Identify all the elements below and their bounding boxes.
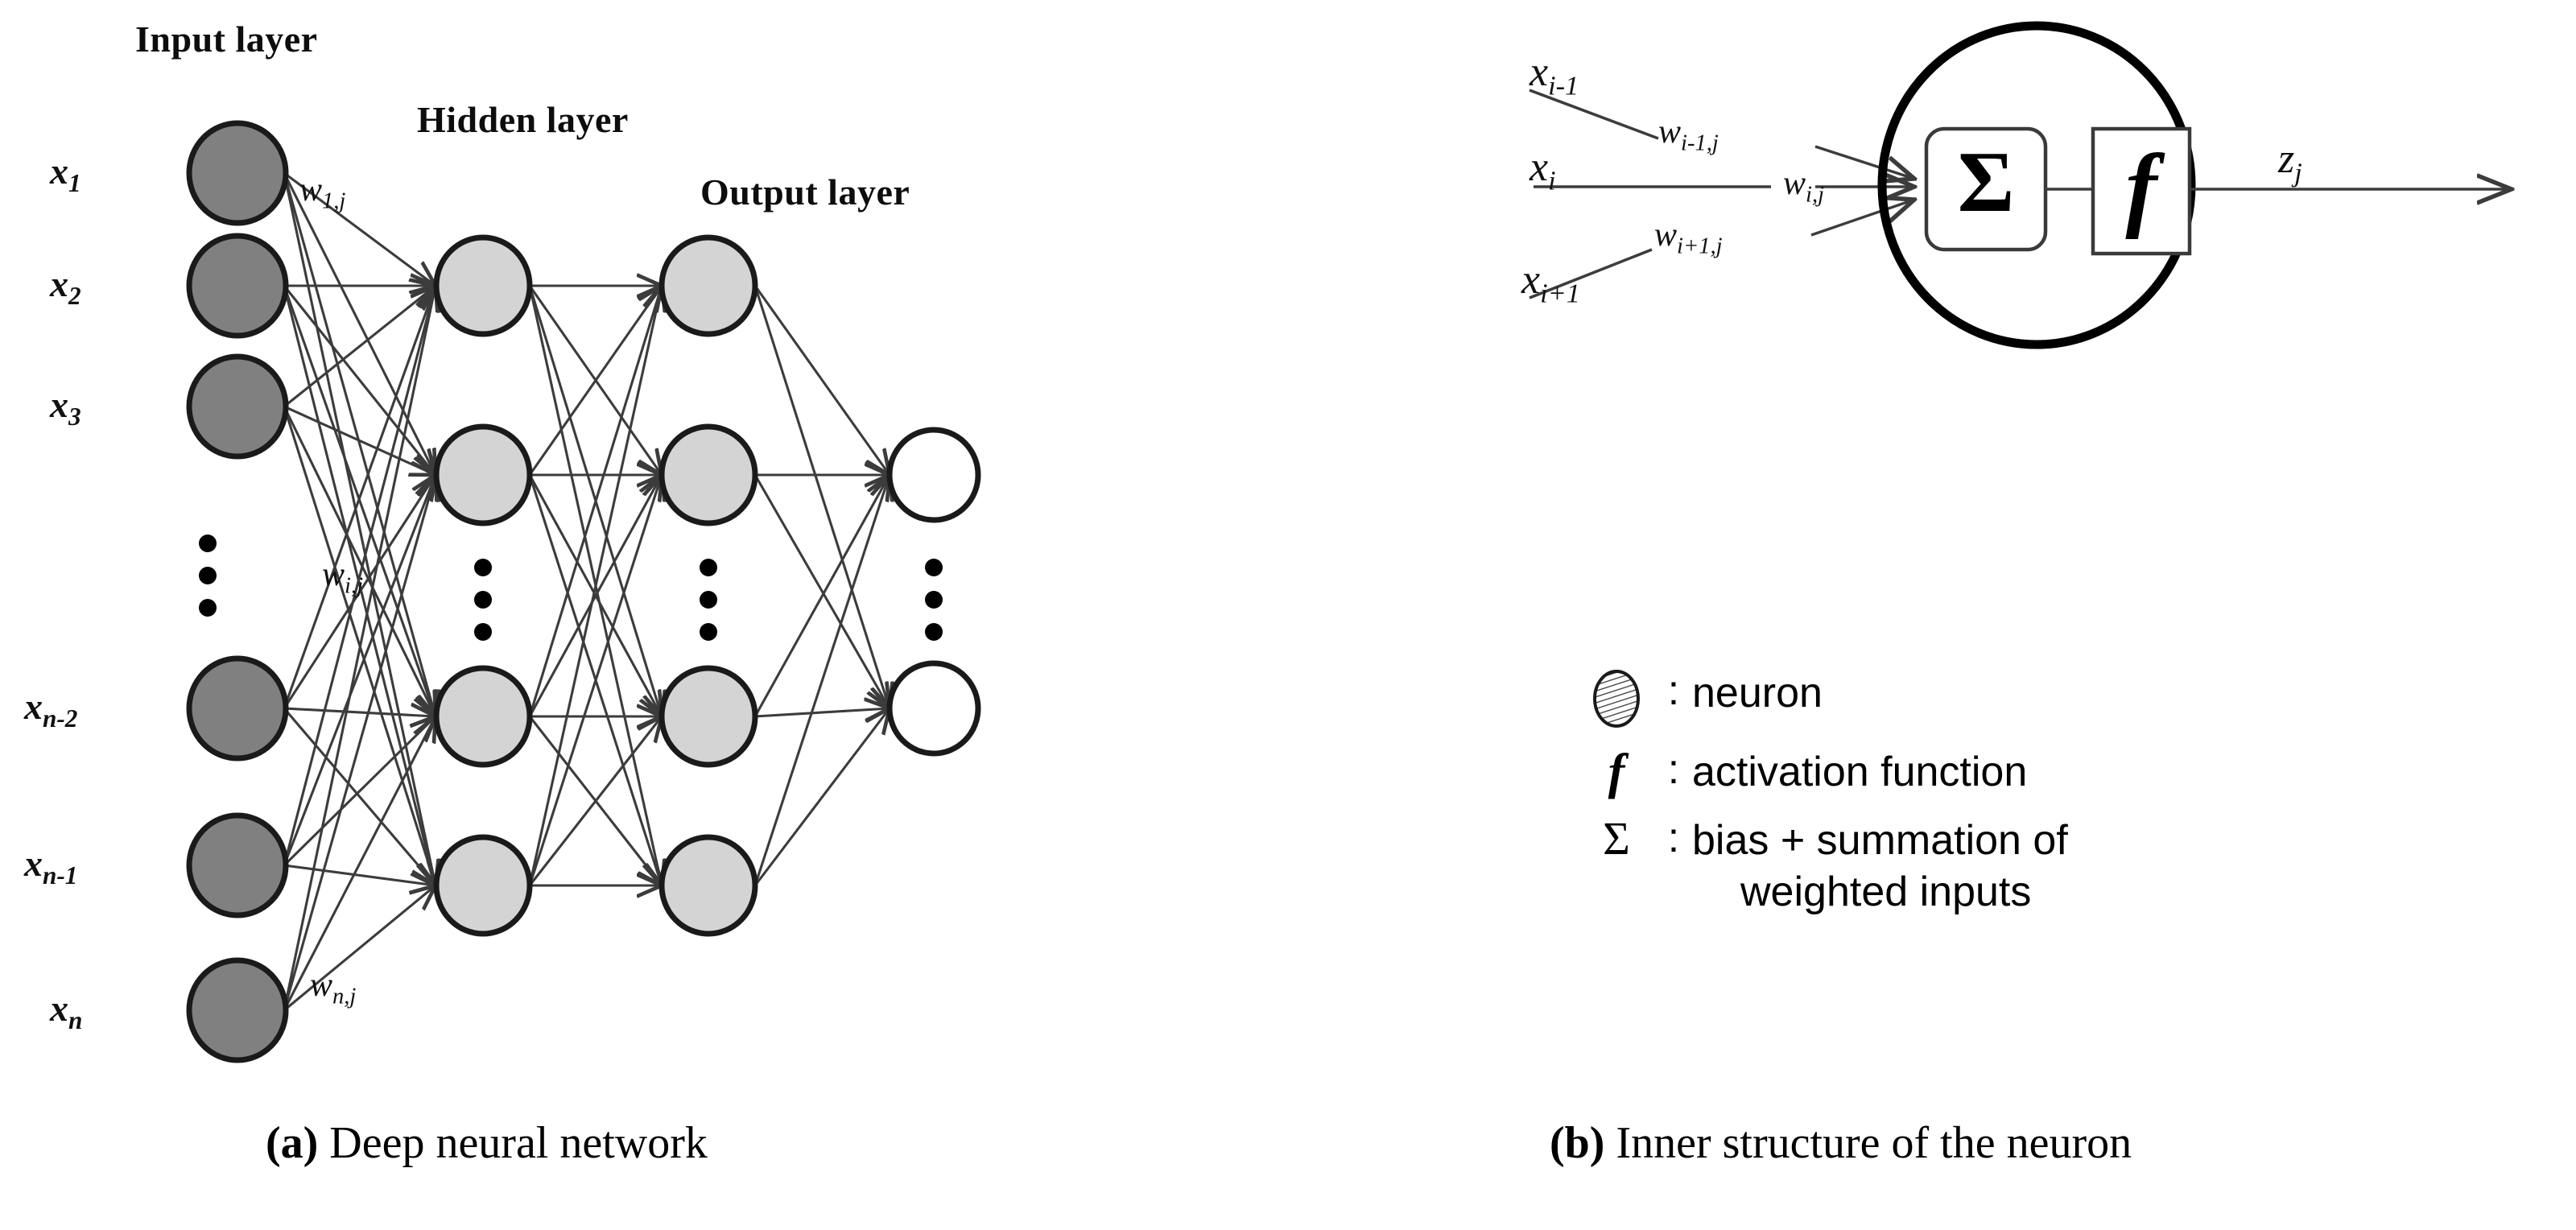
neuron-input-label-xi-1: xi-1 — [1530, 48, 1579, 101]
layer-title-output: Output layer — [700, 171, 910, 213]
input-label-xn-2: xn-2 — [24, 685, 77, 733]
weight-label-wnj: wn,j — [310, 966, 356, 1009]
zj-base: z — [2278, 136, 2295, 182]
input-label-x2: x2 — [50, 262, 81, 311]
caption-b-marker: (b) — [1550, 1118, 1605, 1168]
input-label-xn-2-sub: n-2 — [43, 704, 78, 733]
neuron-output-label-zj: zj — [2278, 135, 2302, 188]
input-label-xn-1-base: x — [24, 843, 43, 884]
wi+1j-sub: i+1,j — [1677, 233, 1723, 259]
legend-label-summation-line2: weighted inputs — [1740, 868, 2032, 915]
xi-sub: i — [1548, 165, 1556, 196]
input-label-xn-base: x — [50, 988, 68, 1029]
neuron-hatched-circle-svg — [1593, 670, 1640, 728]
legend-item-activation: f : activation function — [1578, 745, 2544, 799]
legend-label-summation-line1: bias + summation of — [1692, 817, 2068, 865]
input-label-x3: x3 — [50, 383, 81, 431]
legend-separator-neuron: : — [1667, 667, 1680, 714]
panel-neuron-inner-structure: Σ f xi-1 xi xi+1 wi-1,j wi,j wi+1,j zj (… — [1288, 0, 2576, 1230]
neuron-weight-label-wij: wi,j — [1783, 164, 1824, 208]
figure-root: Input layer Hidden layer Output layer x1… — [0, 0, 2576, 1230]
input-label-x3-base: x — [50, 384, 68, 425]
input-label-x2-base: x — [50, 263, 68, 304]
input-label-x1: x1 — [50, 150, 81, 198]
legend-label-activation: activation function — [1692, 749, 2028, 795]
caption-b-text: Inner structure of the neuron — [1604, 1118, 2132, 1168]
layer-title-input: Input layer — [135, 19, 318, 60]
legend-separator-summation: : — [1667, 815, 1680, 862]
legend-label-neuron: neuron — [1692, 670, 1823, 716]
caption-a-marker: (a) — [266, 1118, 319, 1168]
caption-panel-b: (b) Inner structure of the neuron — [1550, 1117, 2132, 1169]
input-label-x1-sub: 1 — [68, 169, 81, 198]
weight-label-wnj-base: w — [310, 967, 333, 1004]
xi+1-base: x — [1521, 257, 1541, 303]
input-label-x1-base: x — [50, 151, 68, 192]
neuron-diagram: Σ f — [1529, 21, 2576, 349]
xi-base: x — [1530, 144, 1549, 190]
wi-1j-base: w — [1658, 114, 1682, 151]
neuron-weight-label-wi-1j: wi-1,j — [1658, 113, 1719, 156]
wij-base: w — [1783, 165, 1806, 202]
input-label-xn-1: xn-1 — [24, 842, 77, 890]
weight-label-wij-sub: i,j — [345, 573, 364, 599]
dnn-graph — [186, 120, 981, 1063]
input-label-xn-sub: n — [68, 1006, 83, 1035]
neuron-input-arrows — [1810, 145, 1914, 237]
hidden-layer-2-nodes — [658, 234, 758, 937]
layer-title-hidden: Hidden layer — [417, 99, 629, 140]
f-icon: f — [1608, 745, 1625, 799]
legend-label-summation: bias + summation of weighted inputs — [1692, 815, 2068, 918]
input-label-x2-sub: 2 — [68, 282, 81, 311]
neuron-input-label-xi+1: xi+1 — [1521, 256, 1580, 309]
legend: : neuron f : activation function Σ : bia… — [1578, 667, 2544, 935]
caption-a-text: Deep neural network — [318, 1118, 708, 1168]
input-label-x3-sub: 3 — [68, 402, 81, 431]
caption-panel-a: (a) Deep neural network — [266, 1117, 708, 1169]
wi+1j-base: w — [1654, 217, 1678, 254]
xi-1-base: x — [1530, 49, 1549, 95]
input-label-xn-2-base: x — [24, 686, 43, 727]
xi+1-sub: i+1 — [1540, 278, 1580, 309]
weight-label-w1j: w1,j — [299, 171, 345, 214]
input-layer-nodes — [186, 120, 289, 1063]
weight-label-wnj-sub: n,j — [332, 984, 357, 1009]
input-label-xn: xn — [50, 987, 82, 1035]
legend-separator-activation: : — [1667, 746, 1680, 793]
legend-item-neuron: : neuron — [1578, 667, 2544, 729]
sigma-glyph: Σ — [1958, 134, 2015, 230]
neuron-weight-label-wi+1j: wi+1,j — [1654, 216, 1723, 259]
wi-1j-sub: i-1,j — [1681, 130, 1719, 156]
zj-sub: j — [2294, 157, 2302, 188]
xi-1-sub: i-1 — [1548, 70, 1579, 101]
panel-deep-neural-network: Input layer Hidden layer Output layer x1… — [0, 0, 1288, 1230]
input-label-xn-1-sub: n-1 — [43, 861, 78, 890]
sigma-icon: Σ — [1603, 812, 1630, 865]
wij-sub: i,j — [1806, 182, 1825, 208]
neuron-input-label-xi: xi — [1530, 143, 1556, 196]
hidden-layer-1-nodes — [433, 234, 533, 937]
weight-label-wij-base: w — [322, 556, 345, 593]
weight-label-w1j-sub: 1,j — [322, 188, 346, 214]
neuron-hatched-circle-icon — [1578, 668, 1655, 729]
weight-label-w1j-base: w — [299, 171, 323, 208]
weight-label-wij: wi,j — [322, 555, 363, 599]
legend-item-summation: Σ : bias + summation of weighted inputs — [1578, 815, 2544, 918]
